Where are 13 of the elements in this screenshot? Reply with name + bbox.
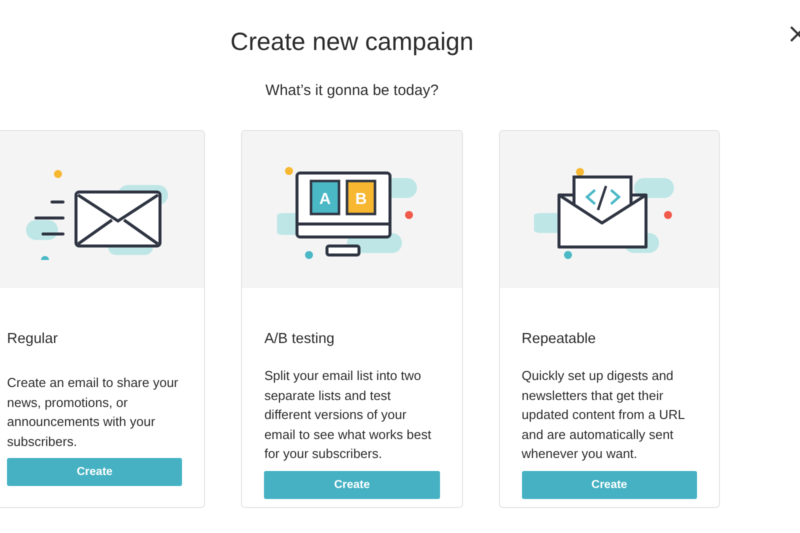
card-title: Regular — [7, 330, 59, 348]
close-icon[interactable] — [789, 25, 800, 43]
create-button[interactable]: Create — [7, 458, 182, 486]
create-button[interactable]: Create — [264, 470, 440, 498]
dialog-subtitle: What’s it gonna be today? — [264, 81, 440, 101]
card-title: Repeatable — [522, 330, 597, 348]
card-description: Quickly set up digests and newsletters that get their updated content from a URL and are automatically sent whenever you want. — [522, 367, 686, 463]
create-button[interactable]: Create — [522, 470, 697, 498]
monitor-drawing: A B — [276, 154, 427, 264]
card-description: Split your email list into two separate lists and test different versions of your email to see what works best for your subscribers. — [264, 367, 432, 463]
dialog-title: Create new campaign — [229, 27, 475, 57]
card-title: A/B testing — [264, 330, 336, 348]
card-description: Create an email to share your news, promotions, or announcements with your subscribers. — [7, 374, 180, 450]
